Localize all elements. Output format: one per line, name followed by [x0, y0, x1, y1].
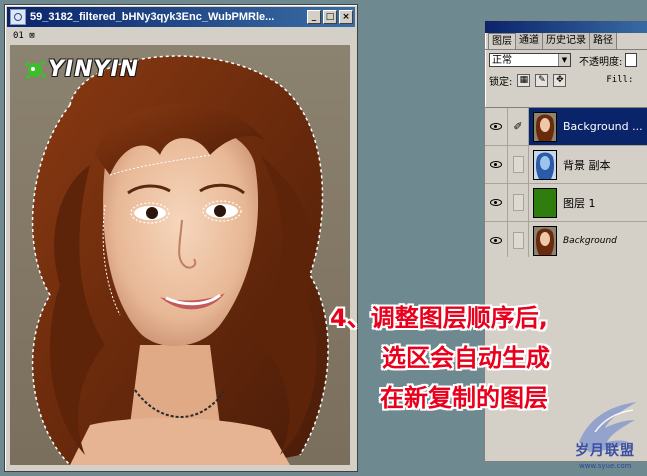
blend-controls: 正常 ▼ 不透明度:: [485, 50, 647, 70]
visibility-toggle[interactable]: [485, 184, 508, 221]
image-canvas[interactable]: YINYIN: [10, 45, 350, 465]
lock-controls: 锁定: ▦ ✎ ✥ Fill:: [485, 70, 647, 90]
fill-label: Fill:: [606, 75, 634, 85]
layer-row[interactable]: 图层 1: [485, 184, 647, 222]
layer-name: Background ...: [563, 120, 643, 133]
caption-line-2: 选区会自动生成: [382, 344, 550, 372]
close-button[interactable]: ×: [339, 10, 353, 24]
blend-mode-value: 正常: [492, 55, 512, 66]
link-toggle[interactable]: [508, 184, 529, 221]
document-title-bar[interactable]: 59_3182_filtered_bHNy3qyk3Enc_WubPMRle..…: [7, 7, 355, 27]
logo-text: YINYIN: [48, 57, 140, 82]
opacity-input[interactable]: [625, 53, 638, 67]
brush-icon: ✐: [513, 120, 523, 133]
layer-name: Background: [563, 235, 617, 246]
document-title: 59_3182_filtered_bHNy3qyk3Enc_WubPMRle..…: [30, 11, 275, 23]
lock-label: 锁定:: [489, 76, 513, 88]
paint-lock-icon[interactable]: ✎: [535, 73, 549, 87]
yinyin-logo: YINYIN: [24, 57, 139, 82]
portrait-photo: [10, 45, 350, 465]
eye-icon: [490, 161, 502, 168]
palette-title-bar[interactable]: [485, 21, 647, 33]
tab-channels[interactable]: 通道: [516, 33, 543, 49]
link-slot: [512, 156, 524, 173]
image-document-window[interactable]: 59_3182_filtered_bHNy3qyk3Enc_WubPMRle..…: [4, 4, 358, 472]
visibility-toggle[interactable]: [485, 146, 508, 183]
transparency-lock-icon[interactable]: ▦: [517, 73, 531, 87]
visibility-toggle[interactable]: [485, 222, 508, 259]
watermark-url: www.syue.com: [579, 462, 632, 470]
photoshop-document-icon: [10, 9, 26, 25]
layer-thumbnail: [533, 225, 557, 256]
document-zoom-status: 01 ⊠: [7, 29, 355, 43]
layer-thumbnail: [533, 149, 557, 180]
layer-row[interactable]: ✐ Background ...: [485, 108, 647, 146]
tab-layers[interactable]: 图层: [488, 33, 516, 49]
layer-name: 背景 副本: [563, 158, 611, 172]
link-toggle[interactable]: ✐: [508, 108, 529, 145]
link-slot: [512, 194, 524, 211]
layer-thumbnail: [533, 111, 557, 142]
visibility-toggle[interactable]: [485, 108, 508, 145]
tab-paths[interactable]: 路径: [590, 33, 617, 49]
eye-icon: [490, 237, 502, 244]
layer-row[interactable]: 背景 副本: [485, 146, 647, 184]
layer-thumbnail: [533, 187, 557, 218]
minimize-button[interactable]: _: [307, 10, 321, 24]
link-slot: [512, 232, 524, 249]
eye-icon: [490, 199, 502, 206]
chevron-down-icon[interactable]: ▼: [558, 54, 570, 66]
palette-tabs: 图层 通道 历史记录 路径: [485, 33, 647, 50]
caption-line-1: 4、调整图层顺序后,: [330, 304, 548, 332]
link-toggle[interactable]: [508, 222, 529, 259]
link-toggle[interactable]: [508, 146, 529, 183]
move-lock-icon[interactable]: ✥: [553, 73, 567, 87]
layer-name: 图层 1: [563, 196, 596, 210]
green-splash-icon: [25, 60, 46, 79]
blend-mode-select[interactable]: 正常 ▼: [489, 53, 571, 67]
tab-history[interactable]: 历史记录: [543, 33, 590, 49]
watermark-text: 岁月联盟: [575, 443, 635, 459]
site-watermark: 岁月联盟 www.syue.com: [549, 398, 641, 472]
layer-row[interactable]: Background: [485, 222, 647, 260]
opacity-label: 不透明度:: [579, 56, 623, 68]
layer-list: ✐ Background ... 背景 副本 图层 1 Background: [485, 107, 647, 260]
wing-logo-icon: [579, 402, 637, 452]
eye-icon: [490, 123, 502, 130]
restore-button[interactable]: □: [323, 10, 337, 24]
